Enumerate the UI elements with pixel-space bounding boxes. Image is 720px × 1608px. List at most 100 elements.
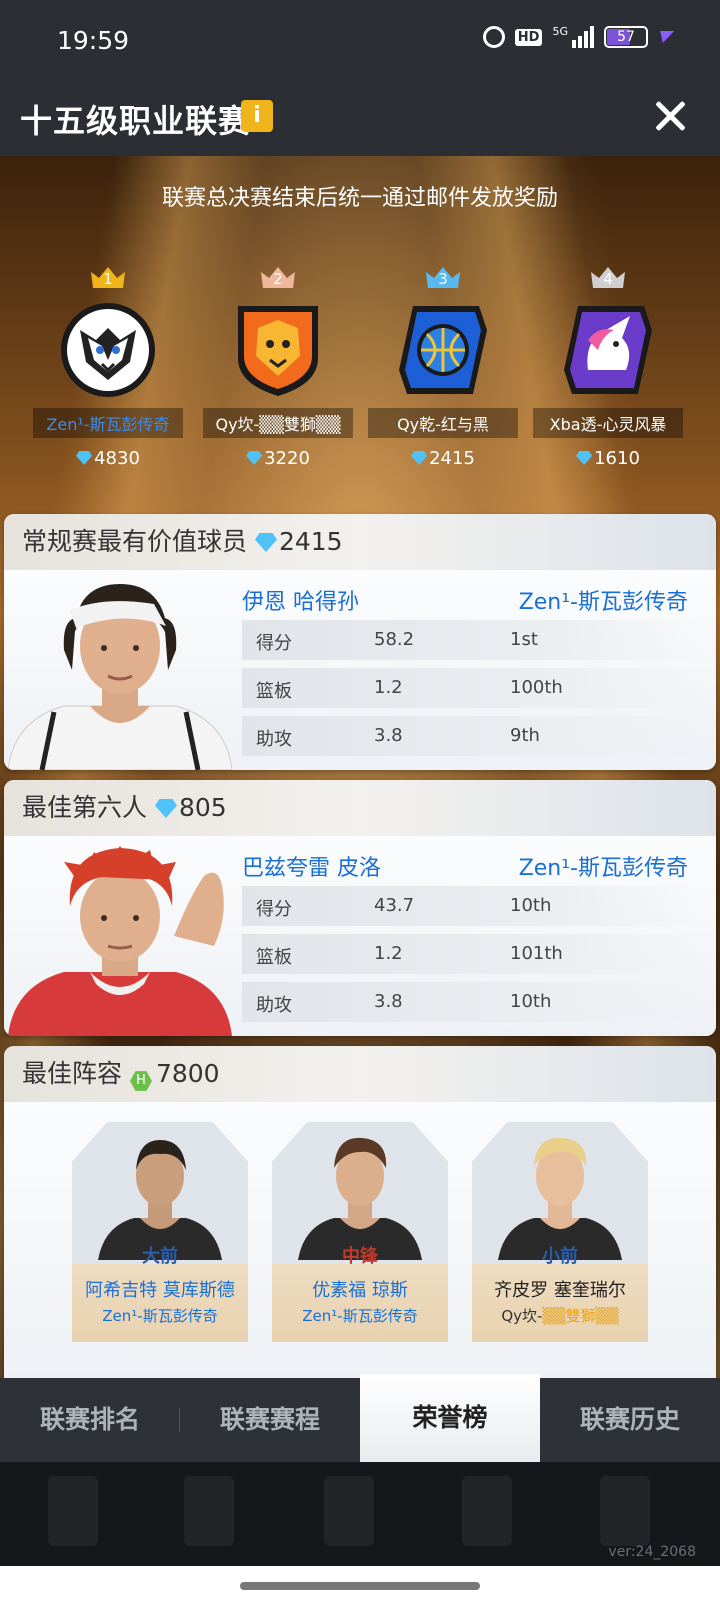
charging-icon: [655, 31, 675, 43]
lineup-info: 优素福 琼斯 Zen¹-斯瓦彭传奇: [272, 1264, 448, 1342]
team-name: Qy坎-▒▒雙獅▒▒: [203, 408, 353, 438]
player-name: 阿希吉特 莫库斯德: [85, 1280, 235, 1301]
team-rank-1[interactable]: 1 Zen¹-斯瓦彭传奇 4830: [33, 264, 183, 469]
award-reward: 805: [178, 793, 227, 822]
player-name[interactable]: 巴兹夸雷 皮洛: [242, 850, 381, 882]
stat-rank: 1st: [510, 629, 538, 650]
player-name[interactable]: 伊恩 哈得孙: [242, 584, 359, 616]
team-name[interactable]: Zen¹-斯瓦彭传奇: [519, 584, 688, 616]
stat-rank: 10th: [510, 895, 552, 916]
diamond-icon: [154, 799, 177, 818]
stat-label: 得分: [256, 633, 292, 654]
award-title: 最佳阵容: [22, 1059, 123, 1088]
player-portrait[interactable]: [4, 836, 236, 1036]
network-type: 5G: [552, 25, 568, 38]
mvp-card: 常规赛最有价值球员 2415 伊恩 哈得孙 Zen¹-斯瓦彭传奇 得分 58.2…: [4, 514, 716, 770]
alarm-icon: [482, 26, 505, 48]
player-portrait: [90, 1130, 230, 1260]
status-icons: HD 5G 57: [482, 25, 675, 48]
lineup-player[interactable]: 大前 阿希吉特 莫库斯德 Zen¹-斯瓦彭传奇: [72, 1122, 248, 1342]
tab-league-history[interactable]: 联赛历史: [540, 1378, 720, 1462]
unicorn-logo-icon: [558, 300, 658, 400]
crown-icon: 3: [424, 264, 462, 290]
tab-honor-board[interactable]: 荣誉榜: [360, 1374, 540, 1462]
tab-league-ranking[interactable]: 联赛排名: [0, 1378, 180, 1462]
stat-row: 得分 58.2 1st: [242, 620, 702, 660]
stat-row: 得分 43.7 10th: [242, 886, 702, 926]
team-rank-2[interactable]: 2 Qy坎-▒▒雙獅▒▒ 3220: [203, 264, 353, 469]
crown-icon: 1: [89, 264, 127, 290]
stat-label: 助攻: [256, 729, 292, 750]
lineup-player[interactable]: 中锋 优素福 琼斯 Zen¹-斯瓦彭传奇: [272, 1122, 448, 1342]
sixth-man-card: 最佳第六人 805 巴兹夸雷 皮洛 Zen¹-斯瓦彭传奇 得分 43.7 10t…: [4, 780, 716, 1036]
title-bar: 十五级职业联赛 i: [0, 80, 720, 156]
crown-icon: 2: [259, 264, 297, 290]
stat-value: 43.7: [374, 895, 415, 916]
diamond-icon: [254, 533, 277, 552]
team-rank-3[interactable]: 3 Qy乾-红与黑 2415: [368, 264, 518, 469]
diamond-icon: [411, 451, 428, 465]
team-name: Zen¹-斯瓦彭传奇: [33, 408, 183, 438]
tab-bar: 联赛排名 联赛赛程 荣誉榜 联赛历史: [0, 1374, 720, 1462]
tiger-logo-icon: [58, 300, 158, 400]
card-body: 伊恩 哈得孙 Zen¹-斯瓦彭传奇 得分 58.2 1st 篮板 1.2 100…: [4, 570, 716, 770]
player-name: 齐皮罗 塞奎瑞尔: [494, 1280, 626, 1301]
team-rank-4[interactable]: 4 Xba透-心灵风暴 1610: [533, 264, 683, 469]
card-body: 大前 阿希吉特 莫库斯德 Zen¹-斯瓦彭传奇 中锋 优素福 琼斯 Zen¹-斯…: [4, 1102, 716, 1386]
diamond-icon: [576, 451, 593, 465]
status-bar: 19:59 HD 5G 57: [0, 0, 720, 80]
home-indicator[interactable]: [240, 1582, 480, 1590]
team-name: Xba透-心灵风暴: [533, 408, 683, 438]
diamond-icon: [246, 451, 263, 465]
award-title: 常规赛最有价值球员: [22, 527, 248, 556]
stat-rank: 101th: [510, 943, 563, 964]
team-score: 4830: [33, 448, 183, 469]
signal-icon: [572, 26, 594, 48]
stat-label: 助攻: [256, 995, 292, 1016]
battery-level: 57: [617, 29, 635, 45]
team-name: Zen¹-斯瓦彭传奇: [102, 1307, 218, 1325]
stat-rank: 10th: [510, 991, 552, 1012]
stat-row: 助攻 3.8 9th: [242, 716, 702, 756]
team-name: Qy乾-红与黑: [368, 408, 518, 438]
lineup-info: 阿希吉特 莫库斯德 Zen¹-斯瓦彭传奇: [72, 1264, 248, 1342]
award-reward: 7800: [155, 1059, 220, 1088]
lineup-card: 最佳阵容 H 7800 大前 阿希吉特 莫库斯德 Zen¹-斯瓦彭传奇 中锋 优…: [4, 1046, 716, 1386]
player-name: 优素福 琼斯: [312, 1280, 408, 1301]
stat-value: 1.2: [374, 677, 403, 698]
lineup-player[interactable]: 小前 齐皮罗 塞奎瑞尔 Qy坎-▒▒雙獅▒▒: [472, 1122, 648, 1342]
card-header: 最佳第六人 805: [4, 780, 716, 836]
battery-icon: 57: [604, 26, 648, 48]
team-score: 3220: [203, 448, 353, 469]
card-body: 巴兹夸雷 皮洛 Zen¹-斯瓦彭传奇 得分 43.7 10th 篮板 1.2 1…: [4, 836, 716, 1036]
tab-league-schedule[interactable]: 联赛赛程: [180, 1378, 360, 1462]
stat-value: 3.8: [374, 991, 403, 1012]
stat-label: 得分: [256, 899, 292, 920]
team-name[interactable]: Zen¹-斯瓦彭传奇: [519, 850, 688, 882]
player-portrait: [490, 1130, 630, 1260]
team-score: 1610: [533, 448, 683, 469]
stat-label: 篮板: [256, 681, 292, 702]
stat-row: 助攻 3.8 10th: [242, 982, 702, 1022]
player-portrait[interactable]: [4, 570, 236, 770]
reward-notice: 联赛总决赛结束后统一通过邮件发放奖励: [161, 186, 558, 211]
system-nav-bar: [0, 1566, 720, 1608]
basketball-logo-icon: [393, 300, 493, 400]
stat-value: 1.2: [374, 943, 403, 964]
card-header: 最佳阵容 H 7800: [4, 1046, 716, 1102]
stat-row: 篮板 1.2 100th: [242, 668, 702, 708]
lineup-players: 大前 阿希吉特 莫库斯德 Zen¹-斯瓦彭传奇 中锋 优素福 琼斯 Zen¹-斯…: [4, 1102, 716, 1342]
bottom-nav-blurred: ver:24_2068: [0, 1462, 720, 1566]
team-score: 2415: [368, 448, 518, 469]
hd-icon: HD: [514, 28, 543, 46]
crown-icon: 4: [589, 264, 627, 290]
version-label: ver:24_2068: [608, 1544, 696, 1560]
stat-value: 3.8: [374, 725, 403, 746]
stat-value: 58.2: [374, 629, 415, 650]
honor-board: 联赛总决赛结束后统一通过邮件发放奖励 1 Zen¹-斯瓦彭传奇 4830 2 Q…: [0, 156, 720, 1464]
card-header: 常规赛最有价值球员 2415: [4, 514, 716, 570]
stat-rank: 9th: [510, 725, 540, 746]
info-icon[interactable]: i: [241, 100, 273, 132]
close-icon[interactable]: [648, 94, 692, 138]
player-portrait: [290, 1130, 430, 1260]
